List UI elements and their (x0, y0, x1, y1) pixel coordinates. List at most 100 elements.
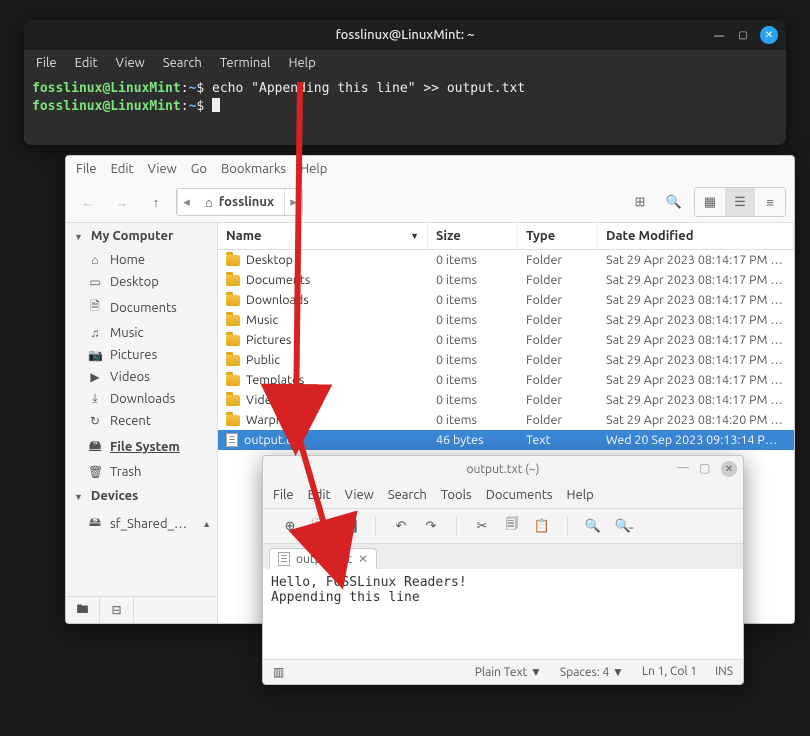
show-tree-button[interactable]: ⊟ (100, 597, 134, 623)
sidebar-header-devices[interactable]: Devices (66, 483, 217, 509)
new-file-button[interactable]: ⊕ (277, 514, 303, 538)
file-row[interactable]: Public0 itemsFolderSat 29 Apr 2023 08:14… (218, 350, 794, 370)
menu-terminal[interactable]: Terminal (220, 56, 271, 70)
sidebar-icon: ⤓ (88, 392, 102, 406)
path-prev-icon[interactable]: ◂ (177, 189, 195, 215)
up-button[interactable]: ↑ (142, 188, 170, 216)
sidebar-item-music[interactable]: ♫Music (66, 322, 217, 344)
sidebar-toggle-icon[interactable]: ▥ (273, 665, 284, 679)
cursor-position: Ln 1, Col 1 (642, 665, 697, 679)
fm-menu-help[interactable]: Help (300, 162, 327, 176)
menu-search[interactable]: Search (163, 56, 202, 70)
sidebar-item-home[interactable]: ⌂Home (66, 249, 217, 271)
fm-menu-file[interactable]: File (76, 162, 97, 176)
col-type[interactable]: Type (518, 223, 598, 249)
ed-menu-tools[interactable]: Tools (441, 488, 472, 502)
ed-menu-search[interactable]: Search (388, 488, 427, 502)
search-icon[interactable]: 🔍 (580, 514, 606, 538)
eject-icon[interactable]: ▲ (202, 519, 211, 529)
terminal-titlebar[interactable]: fosslinux@LinuxMint: ~ — ▢ ✕ (24, 20, 786, 50)
sidebar-icon: ↻ (88, 414, 102, 428)
ed-menu-help[interactable]: Help (567, 488, 594, 502)
sidebar-icon: ▶ (88, 370, 102, 384)
undo-button[interactable]: ↶ (388, 514, 414, 538)
file-row[interactable]: Templates0 itemsFolderSat 29 Apr 2023 08… (218, 370, 794, 390)
sidebar-icon: ⌂ (88, 253, 102, 267)
icon-view-button[interactable]: ▦ (695, 188, 725, 216)
editor-maximize-button[interactable]: ▢ (699, 461, 713, 475)
sort-indicator-icon: ▼ (410, 231, 419, 241)
fm-menubar: File Edit View Go Bookmarks Help (66, 156, 794, 182)
sidebar-item-videos[interactable]: ▶Videos (66, 366, 217, 388)
menu-help[interactable]: Help (288, 56, 315, 70)
tab-width-selector[interactable]: Spaces: 4 ▼ (560, 665, 624, 679)
new-pane-button[interactable]: ⊞ (626, 188, 654, 216)
col-size[interactable]: Size (428, 223, 518, 249)
file-row[interactable]: output.txt46 bytesTextWed 20 Sep 2023 09… (218, 430, 794, 450)
file-row[interactable]: Desktop0 itemsFolderSat 29 Apr 2023 08:1… (218, 250, 794, 270)
folder-icon (226, 395, 240, 406)
col-date[interactable]: Date Modified (598, 223, 794, 249)
fm-menu-go[interactable]: Go (191, 162, 207, 176)
sidebar-item-pictures[interactable]: 📷Pictures (66, 344, 217, 366)
copy-button[interactable]: 🗐 (499, 514, 525, 538)
file-row[interactable]: Music0 itemsFolderSat 29 Apr 2023 08:14:… (218, 310, 794, 330)
menu-file[interactable]: File (36, 56, 57, 70)
sidebar-header-computer[interactable]: My Computer (66, 223, 217, 249)
folder-icon (226, 415, 240, 426)
editor-content[interactable]: Hello, FOSSLinux Readers! Appending this… (263, 569, 743, 659)
redo-button[interactable]: ↷ (418, 514, 444, 538)
file-row[interactable]: Downloads0 itemsFolderSat 29 Apr 2023 08… (218, 290, 794, 310)
editor-titlebar[interactable]: output.txt (~) — ▢ ✕ (263, 456, 743, 482)
sidebar-item-trash[interactable]: 🗑Trash (66, 461, 217, 483)
sidebar-icon: 🖴 (88, 436, 102, 457)
fm-menu-view[interactable]: View (148, 162, 177, 176)
sidebar-icon: ♫ (88, 326, 102, 340)
syntax-mode-selector[interactable]: Plain Text ▼ (475, 665, 542, 679)
path-bar[interactable]: ◂ ⌂fosslinux ▸ (176, 188, 303, 216)
compact-view-button[interactable]: ≡ (755, 188, 785, 216)
save-file-button[interactable]: 💾 (337, 514, 363, 538)
tab-close-icon[interactable]: ✕ (358, 552, 368, 566)
terminal-title: fosslinux@LinuxMint: ~ (336, 28, 475, 42)
ed-menu-documents[interactable]: Documents (486, 488, 553, 502)
show-places-button[interactable]: 🖿 (66, 597, 100, 623)
editor-close-button[interactable]: ✕ (721, 461, 737, 477)
sidebar-item-documents[interactable]: 🗎Documents (66, 293, 217, 322)
list-view-button[interactable]: ☰ (725, 188, 755, 216)
forward-button[interactable]: → (108, 188, 136, 216)
editor-title: output.txt (~) (466, 463, 539, 476)
sidebar-item-device[interactable]: 🖴 sf_Shared_… ▲ (66, 509, 217, 538)
minimize-button[interactable]: — (712, 28, 726, 42)
ed-menu-file[interactable]: File (273, 488, 294, 502)
fm-menu-bookmarks[interactable]: Bookmarks (221, 162, 286, 176)
folder-icon (226, 255, 240, 266)
replace-button[interactable]: 🔍̵ (610, 514, 636, 538)
open-file-button[interactable]: 🗁 (307, 514, 333, 538)
home-icon: ⌂ (205, 195, 213, 210)
file-row[interactable]: Documents0 itemsFolderSat 29 Apr 2023 08… (218, 270, 794, 290)
paste-button[interactable]: 📋 (529, 514, 555, 538)
file-row[interactable]: Pictures0 itemsFolderSat 29 Apr 2023 08:… (218, 330, 794, 350)
sidebar-item-recent[interactable]: ↻Recent (66, 410, 217, 432)
terminal-body[interactable]: fosslinux@LinuxMint:~$ echo "Appending t… (24, 76, 786, 145)
sidebar-item-file-system[interactable]: 🖴File System (66, 432, 217, 461)
editor-minimize-button[interactable]: — (677, 461, 691, 475)
file-row[interactable]: Videos0 itemsFolderSat 29 Apr 2023 08:14… (218, 390, 794, 410)
back-button[interactable]: ← (74, 188, 102, 216)
editor-tab[interactable]: output.txt ✕ (269, 548, 377, 569)
cut-button[interactable]: ✂ (469, 514, 495, 538)
file-row[interactable]: Warpinator0 itemsFolderSat 29 Apr 2023 0… (218, 410, 794, 430)
path-next-icon[interactable]: ▸ (284, 189, 302, 215)
fm-menu-edit[interactable]: Edit (111, 162, 134, 176)
ed-menu-edit[interactable]: Edit (308, 488, 331, 502)
search-button[interactable]: 🔍 (660, 188, 688, 216)
maximize-button[interactable]: ▢ (736, 28, 750, 42)
sidebar-item-downloads[interactable]: ⤓Downloads (66, 388, 217, 410)
col-name[interactable]: Name▼ (218, 223, 428, 249)
sidebar-item-desktop[interactable]: ▭Desktop (66, 271, 217, 293)
close-button[interactable]: ✕ (760, 26, 778, 44)
menu-edit[interactable]: Edit (75, 56, 98, 70)
menu-view[interactable]: View (116, 56, 145, 70)
ed-menu-view[interactable]: View (345, 488, 374, 502)
